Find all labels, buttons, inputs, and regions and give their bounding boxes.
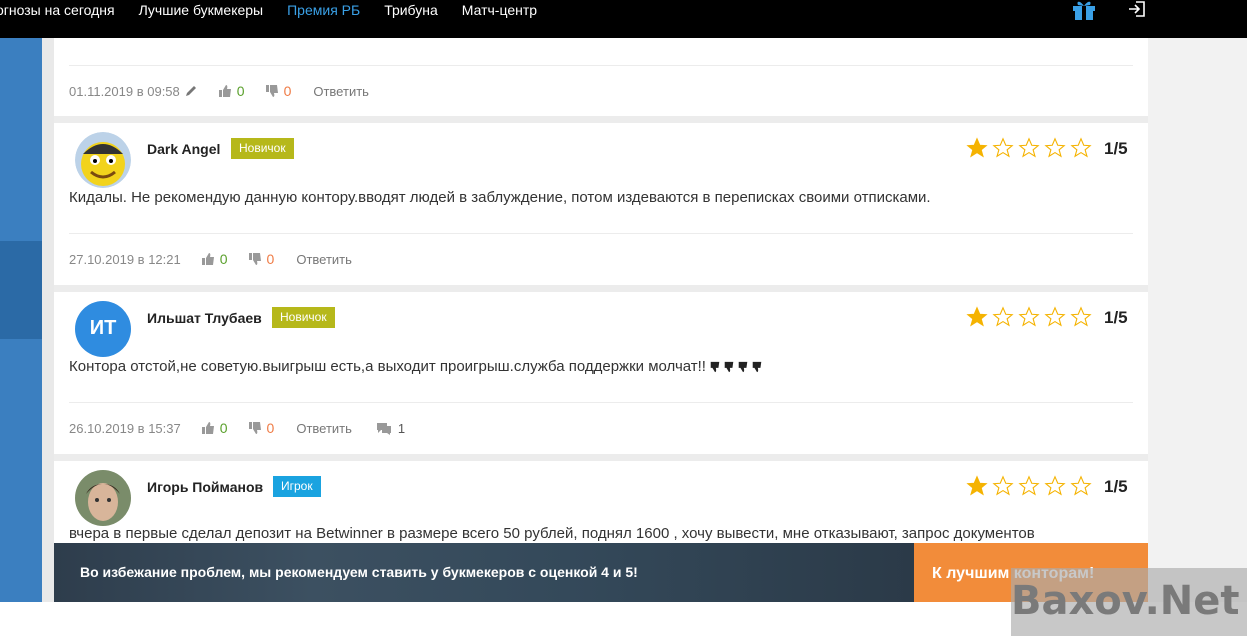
thumbs-down-icon — [752, 361, 762, 372]
avatar-image — [75, 470, 131, 526]
top-nav-bar: огнозы на сегодня Лучшие букмекеры Преми… — [0, 0, 1247, 38]
thumbs-up-icon[interactable] — [218, 84, 232, 98]
recommendation-banner: Во избежание проблем, мы рекомендуем ста… — [54, 543, 914, 602]
thumbs-down-icon — [710, 361, 720, 372]
right-gutter — [1148, 38, 1247, 602]
thumbs-down-icon — [738, 361, 748, 372]
gift-icon[interactable] — [1071, 0, 1097, 20]
star-icon — [992, 137, 1014, 158]
dislike-count: 0 — [266, 420, 275, 436]
comment-meta: 01.11.2019 в 09:58 0 0 Ответить — [69, 83, 369, 99]
star-icon — [1018, 475, 1040, 496]
banner-text: Во избежание проблем, мы рекомендуем ста… — [80, 564, 638, 580]
exit-icon[interactable] — [1128, 0, 1146, 18]
comment-text: Кидалы. Не рекомендую данную контору.вво… — [69, 189, 931, 206]
star-icon — [1070, 306, 1092, 327]
star-icon — [1044, 306, 1066, 327]
thumbs-down-icon — [724, 361, 734, 372]
comment-date: 27.10.2019 в 12:21 — [69, 251, 181, 267]
avatar — [75, 132, 131, 188]
nav-item-best-bookmakers[interactable]: Лучшие букмекеры — [139, 2, 264, 18]
rating-stars — [966, 137, 1096, 159]
comment-bubble-icon[interactable] — [376, 422, 392, 435]
star-icon — [1044, 475, 1066, 496]
left-sidebar-strip — [0, 38, 42, 602]
rating-score: 1/5 — [1104, 139, 1128, 158]
thumbs-down-icon[interactable] — [248, 252, 262, 266]
username[interactable]: Dark Angel — [147, 141, 220, 157]
pencil-icon[interactable] — [184, 84, 198, 98]
comment-meta: 26.10.2019 в 15:37 0 0 Ответить 1 — [69, 420, 405, 436]
left-sidebar-active-block — [0, 241, 42, 339]
user-rank-badge: Новичок — [272, 307, 335, 328]
rating-score: 1/5 — [1104, 308, 1128, 327]
divider — [69, 65, 1133, 66]
avatar-initials: ИТ — [89, 317, 117, 339]
star-icon — [992, 475, 1014, 496]
user-rank-badge: Новичок — [231, 138, 294, 159]
watermark-text: Baxov.Net — [1011, 578, 1240, 624]
star-icon — [992, 306, 1014, 327]
dislike-count: 0 — [283, 83, 292, 99]
nav-item-tribune[interactable]: Трибуна — [384, 2, 438, 18]
comment-card: ИТ Ильшат Тлубаев Новичок 1/5 Контора от… — [54, 292, 1148, 454]
comment-date: 26.10.2019 в 15:37 — [69, 420, 181, 436]
user-rank-badge: Игрок — [273, 476, 321, 497]
thumbs-down-icon[interactable] — [248, 421, 262, 435]
star-icon — [966, 137, 988, 158]
comment-card: Игорь Пойманов Игрок 1/5 вчера в первые … — [54, 461, 1148, 543]
star-icon — [1044, 137, 1066, 158]
nav-item-award[interactable]: Премия РБ — [287, 2, 360, 18]
thumbs-down-icon[interactable] — [265, 84, 279, 98]
comment-text-row: Контора отстой,не советую.выигрыш есть,а… — [69, 358, 764, 375]
reply-link[interactable]: Ответить — [313, 84, 369, 99]
thumbs-up-icon[interactable] — [201, 252, 215, 266]
rating-score: 1/5 — [1104, 477, 1128, 496]
username[interactable]: Игорь Пойманов — [147, 479, 263, 495]
star-icon — [1070, 475, 1092, 496]
rating-stars — [966, 475, 1096, 497]
avatar: ИТ — [75, 301, 131, 357]
star-icon — [966, 306, 988, 327]
watermark: Baxov.Net — [1011, 568, 1247, 636]
comment-card: Dark Angel Новичок 1/5 Кидалы. Не рекоме… — [54, 123, 1148, 285]
like-count: 0 — [219, 251, 228, 267]
star-icon — [1018, 306, 1040, 327]
reply-link[interactable]: Ответить — [296, 421, 352, 436]
comment-meta: 27.10.2019 в 12:21 0 0 Ответить — [69, 251, 352, 267]
like-count: 0 — [219, 420, 228, 436]
main-nav: огнозы на сегодня Лучшие букмекеры Преми… — [0, 0, 561, 20]
comment-text: вчера в первые сделал депозит на Betwinn… — [69, 525, 1035, 542]
star-icon — [966, 475, 988, 496]
reply-link[interactable]: Ответить — [296, 252, 352, 267]
star-icon — [1018, 137, 1040, 158]
divider — [69, 402, 1133, 403]
comment-text: Контора отстой,не советую.выигрыш есть,а… — [69, 358, 706, 375]
comment-card: 01.11.2019 в 09:58 0 0 Ответить — [54, 38, 1148, 116]
star-icon — [1070, 137, 1092, 158]
thumbs-up-icon[interactable] — [201, 421, 215, 435]
comment-date: 01.11.2019 в 09:58 — [69, 83, 180, 99]
dislike-count: 0 — [266, 251, 275, 267]
username[interactable]: Ильшат Тлубаев — [147, 310, 262, 326]
nav-item-match-center[interactable]: Матч-центр — [462, 2, 537, 18]
like-count: 0 — [236, 83, 245, 99]
replies-count: 1 — [397, 420, 406, 436]
divider — [69, 233, 1133, 234]
avatar-image — [75, 132, 131, 188]
nav-item-predictions[interactable]: огнозы на сегодня — [0, 2, 115, 18]
avatar — [75, 470, 131, 526]
rating-stars — [966, 306, 1096, 328]
